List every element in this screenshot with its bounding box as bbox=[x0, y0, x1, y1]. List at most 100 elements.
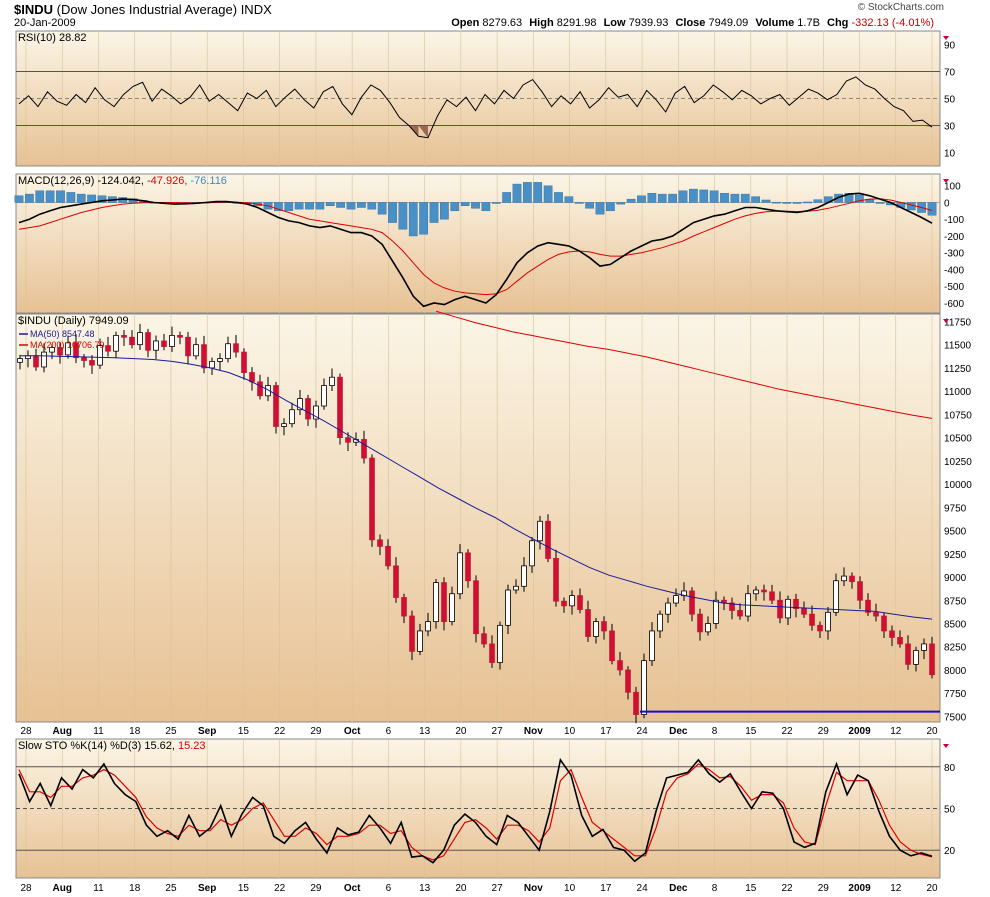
sto-y-tick: 50 bbox=[944, 805, 956, 816]
price-candle bbox=[529, 540, 535, 567]
price-candle bbox=[561, 600, 567, 607]
macd-y-tick: 0 bbox=[944, 198, 950, 209]
price-candle bbox=[777, 599, 783, 619]
macd-y-tick: -100 bbox=[944, 215, 964, 226]
legend-label: MA(50) 8547.48 bbox=[30, 329, 95, 339]
price-y-tick: 9000 bbox=[944, 573, 967, 584]
x-tick-label: 2009 bbox=[848, 726, 871, 737]
x-tick-label: Oct bbox=[344, 883, 361, 894]
macd-hist-bar bbox=[419, 202, 428, 235]
price-candle bbox=[457, 552, 463, 595]
x-tick-label: 6 bbox=[386, 726, 392, 737]
panel-menu-icon bbox=[943, 36, 949, 40]
macd-hist-bar bbox=[730, 193, 740, 203]
macd-hist-bar bbox=[357, 202, 366, 208]
price-candle bbox=[641, 660, 647, 715]
macd-hist-bar bbox=[408, 202, 418, 237]
price-candle bbox=[697, 613, 703, 633]
macd-hist-bar bbox=[574, 202, 584, 204]
price-candle bbox=[513, 585, 519, 591]
macd-hist-bar bbox=[502, 192, 511, 203]
price-candle bbox=[753, 589, 759, 595]
macd-hist-bar bbox=[398, 202, 408, 230]
macd-hist-bar bbox=[927, 202, 937, 216]
x-tick-label: 15 bbox=[238, 883, 250, 894]
macd-hist-bar bbox=[782, 202, 792, 204]
macd-hist-bar bbox=[35, 190, 45, 203]
macd-hist-bar bbox=[533, 182, 543, 203]
macd-hist-bar bbox=[875, 202, 885, 204]
price-candle bbox=[177, 334, 183, 338]
x-tick-label: 2009 bbox=[848, 883, 871, 894]
price-candle bbox=[121, 334, 127, 338]
x-tick-label: 27 bbox=[492, 883, 504, 894]
price-candle bbox=[345, 437, 351, 443]
macd-y-tick: -300 bbox=[944, 249, 964, 260]
macd-hist-bar bbox=[305, 202, 314, 210]
price-candle bbox=[169, 334, 175, 347]
x-tick-label: 29 bbox=[818, 883, 830, 894]
price-candle bbox=[465, 552, 471, 582]
macd-hist-bar bbox=[346, 202, 356, 210]
macd-hist-bar bbox=[315, 202, 325, 210]
macd-hist-bar bbox=[460, 202, 470, 207]
price-candle bbox=[921, 643, 927, 651]
x-tick-label: 10 bbox=[564, 883, 576, 894]
price-candle bbox=[425, 621, 431, 632]
price-candle bbox=[329, 376, 335, 386]
macd-hist-bar bbox=[616, 202, 626, 205]
x-tick-label: 15 bbox=[745, 726, 757, 737]
price-candle bbox=[905, 643, 911, 665]
x-tick-label: 17 bbox=[600, 726, 612, 737]
rsi-y-tick: 10 bbox=[944, 149, 956, 160]
price-candle bbox=[609, 630, 615, 662]
x-tick-label: Sep bbox=[198, 726, 216, 737]
price-y-tick: 7500 bbox=[944, 712, 967, 723]
x-tick-label: Aug bbox=[53, 883, 72, 894]
price-candle bbox=[409, 615, 415, 652]
price-y-tick: 11250 bbox=[944, 364, 972, 375]
price-candle bbox=[249, 372, 255, 383]
rsi-y-tick: 30 bbox=[944, 122, 956, 133]
price-candle bbox=[593, 621, 599, 637]
macd-hist-bar bbox=[678, 190, 688, 203]
price-candle bbox=[633, 691, 639, 715]
price-y-tick: 8000 bbox=[944, 666, 967, 677]
x-tick-label: 15 bbox=[238, 726, 250, 737]
price-candle bbox=[209, 360, 215, 369]
price-candle bbox=[305, 398, 311, 420]
price-title: $INDU (Daily) 7949.09 bbox=[18, 315, 129, 327]
x-tick-label: 28 bbox=[20, 883, 32, 894]
macd-hist-bar bbox=[388, 202, 397, 223]
price-candle bbox=[849, 575, 855, 583]
x-tick-label: 13 bbox=[419, 883, 431, 894]
macd-hist-bar bbox=[720, 193, 729, 203]
macd-hist-bar bbox=[699, 189, 709, 203]
price-candle bbox=[489, 643, 495, 663]
macd-hist-bar bbox=[284, 202, 294, 212]
price-candle bbox=[233, 343, 239, 353]
x-tick-label: 25 bbox=[165, 883, 177, 894]
x-tick-label: 8 bbox=[712, 883, 718, 894]
price-panel bbox=[15, 313, 941, 723]
price-y-tick: 11000 bbox=[944, 387, 972, 398]
macd-hist-bar bbox=[761, 199, 771, 203]
price-candle bbox=[809, 613, 815, 626]
macd-hist-bar bbox=[906, 202, 916, 211]
x-tick-label: Nov bbox=[524, 883, 543, 894]
macd-hist-bar bbox=[772, 201, 781, 204]
macd-y-tick: 100 bbox=[944, 182, 961, 193]
price-candle bbox=[897, 637, 903, 645]
price-candle bbox=[81, 357, 87, 361]
x-tick-label: 20 bbox=[455, 726, 467, 737]
price-candle bbox=[841, 575, 847, 582]
macd-hist-bar bbox=[709, 190, 719, 203]
x-tick-label: 12 bbox=[890, 726, 902, 737]
price-candle bbox=[377, 539, 383, 547]
price-candle bbox=[873, 611, 879, 617]
x-tick-label: 17 bbox=[600, 883, 612, 894]
price-candle bbox=[497, 624, 503, 663]
macd-y-tick: -600 bbox=[944, 299, 964, 310]
price-candle bbox=[401, 597, 407, 617]
macd-title: MACD(12,26,9) -124.042, -47.926, -76.116 bbox=[18, 175, 227, 187]
